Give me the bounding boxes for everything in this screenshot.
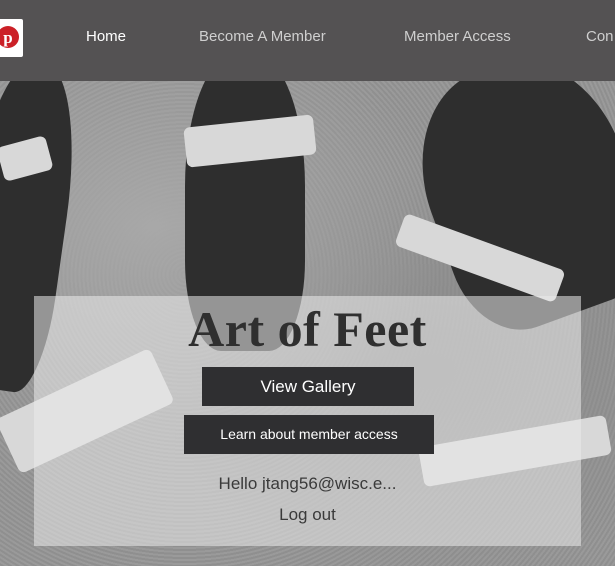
member-access-button[interactable]: Learn about member access xyxy=(184,415,434,454)
greeting-text: Hello jtang56@wisc.e... xyxy=(218,474,397,493)
view-gallery-button[interactable]: View Gallery xyxy=(202,367,414,406)
nav-contact[interactable]: Con xyxy=(586,28,614,45)
nav-home[interactable]: Home xyxy=(86,28,126,45)
page-title: Art of Feet xyxy=(188,301,427,357)
nav-become-a-member[interactable]: Become A Member xyxy=(199,28,326,45)
svg-text:p: p xyxy=(3,28,12,47)
logout-link[interactable]: Log out xyxy=(0,505,615,525)
pinterest-icon[interactable]: p xyxy=(0,19,23,57)
nav-member-access[interactable]: Member Access xyxy=(404,28,511,45)
site-header: p Home Become A Member Member Access Con xyxy=(0,0,615,81)
